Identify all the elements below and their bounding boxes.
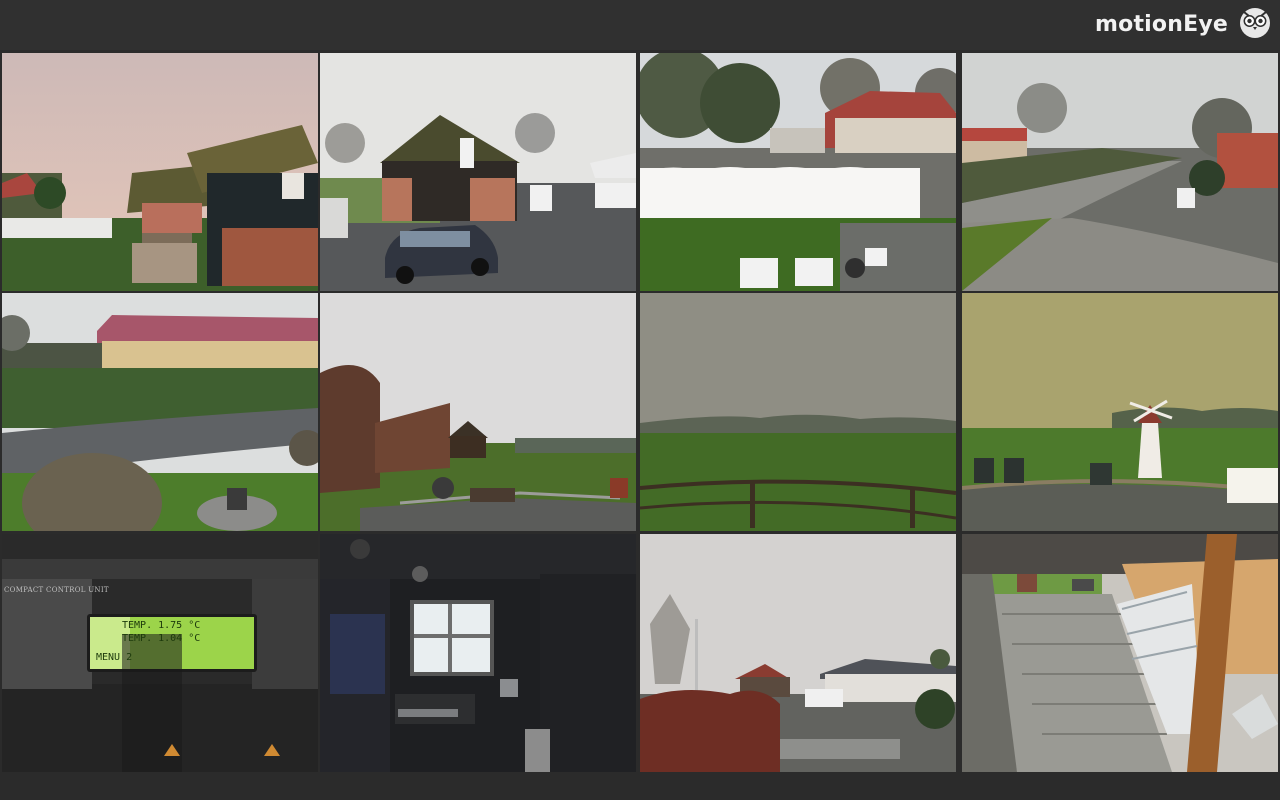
camera-image-6 [320,293,636,531]
camera-frame-10[interactable] [320,534,636,772]
camera-frame-11[interactable] [640,534,956,772]
camera-image-8 [962,293,1278,531]
app-title[interactable]: motionEye [1095,10,1228,40]
camera-image-7 [640,293,956,531]
camera-frame-4[interactable] [962,53,1278,291]
camera-frame-7[interactable] [640,293,956,531]
control-unit-line-2: TEMP. 1.04 °C [122,633,201,644]
camera-frame-5[interactable] [2,293,318,531]
camera-image-9 [2,534,318,772]
owl-icon[interactable] [1238,6,1272,40]
control-unit-line-1: TEMP. 1.75 °C [122,620,201,631]
header-bar: motionEye [0,0,1280,50]
camera-image-2 [320,53,636,291]
footer-bar [0,773,1280,800]
camera-frame-9[interactable]: COMPACT CONTROL UNIT TEMP. 1.75 °C TEMP.… [2,534,318,772]
camera-frame-12[interactable] [962,534,1278,772]
camera-frame-3[interactable] [640,53,956,291]
camera-image-5 [2,293,318,531]
camera-frame-8[interactable] [962,293,1278,531]
camera-image-1 [2,53,318,291]
camera-frame-2[interactable] [320,53,636,291]
camera-grid: COMPACT CONTROL UNIT TEMP. 1.75 °C TEMP.… [0,51,1280,773]
camera-image-11 [640,534,956,772]
camera-image-12 [962,534,1278,772]
camera-frame-1[interactable] [2,53,318,291]
camera-image-4 [962,53,1278,291]
control-unit-brand: COMPACT CONTROL UNIT [4,586,109,594]
camera-frame-6[interactable] [320,293,636,531]
camera-image-10 [320,534,636,772]
camera-image-3 [640,53,956,291]
control-unit-line-3: MENU 2 [96,652,133,663]
